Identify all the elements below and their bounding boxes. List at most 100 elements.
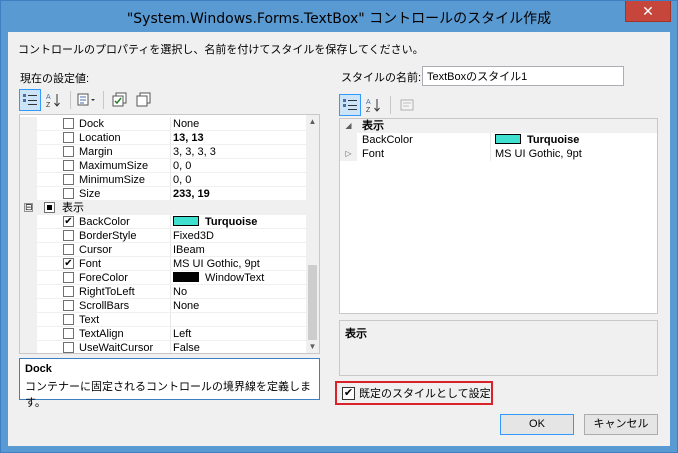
scroll-thumb[interactable]: [308, 265, 317, 340]
property-row[interactable]: UseWaitCursor False: [20, 341, 309, 354]
property-value[interactable]: None: [173, 299, 199, 313]
property-checkbox[interactable]: [63, 342, 74, 353]
property-value[interactable]: Fixed3D: [173, 229, 214, 243]
property-value[interactable]: None: [173, 117, 199, 131]
style-preview-grid[interactable]: ◢ 表示 BackColor Turquoise ▷ Font MS UI Gothic…: [339, 118, 658, 314]
style-name-input[interactable]: [422, 66, 624, 86]
check-all-icon: [112, 92, 127, 107]
sort-az-icon: A Z: [46, 94, 60, 108]
property-row[interactable]: Text: [20, 313, 309, 327]
collapse-icon[interactable]: ◢: [340, 119, 357, 133]
scroll-up-icon[interactable]: ▲: [306, 115, 319, 128]
property-row[interactable]: ✔ Font MS UI Gothic, 9pt: [20, 257, 309, 271]
property-row[interactable]: Margin 3, 3, 3, 3: [20, 145, 309, 159]
checkbox-label[interactable]: 既定のスタイルとして設定: [359, 387, 491, 401]
expand-icon[interactable]: [340, 133, 357, 147]
property-checkbox[interactable]: [63, 146, 74, 157]
property-value[interactable]: 0, 0: [173, 159, 191, 173]
property-row[interactable]: Location 13, 13: [20, 131, 309, 145]
set-default-checkbox[interactable]: ✔ 既定のスタイルとして設定: [335, 381, 493, 405]
property-value[interactable]: False: [173, 341, 200, 354]
property-row[interactable]: BorderStyle Fixed3D: [20, 229, 309, 243]
property-checkbox[interactable]: [63, 132, 74, 143]
property-row[interactable]: MinimumSize 0, 0: [20, 173, 309, 187]
description-text: コンテナーに固定されるコントロールの境界線を定義します。: [25, 381, 311, 409]
property-row[interactable]: Cursor IBeam: [20, 243, 309, 257]
style-property-row[interactable]: ▷ Font MS UI Gothic, 9pt: [340, 147, 657, 161]
category-row[interactable]: ⊟ 表示: [20, 201, 309, 215]
property-value-text: False: [173, 342, 200, 354]
description-title: 表示: [345, 328, 367, 340]
row-margin: [20, 285, 37, 299]
description-title: Dock: [25, 363, 52, 375]
checkbox-box[interactable]: ✔: [342, 387, 355, 400]
property-row[interactable]: MaximumSize 0, 0: [20, 159, 309, 173]
property-checkbox[interactable]: [63, 160, 74, 171]
filter-dropdown-button[interactable]: [76, 89, 98, 111]
property-checkbox[interactable]: [63, 286, 74, 297]
property-row[interactable]: TextAlign Left: [20, 327, 309, 341]
categorized-view-button[interactable]: [339, 94, 361, 116]
property-checkbox[interactable]: ✔: [63, 258, 74, 269]
property-value[interactable]: Turquoise: [495, 133, 579, 147]
property-value[interactable]: 0, 0: [173, 173, 191, 187]
property-value[interactable]: MS UI Gothic, 9pt: [495, 147, 582, 161]
property-row[interactable]: ForeColor WindowText: [20, 271, 309, 285]
property-row[interactable]: ScrollBars None: [20, 299, 309, 313]
property-value[interactable]: WindowText: [173, 271, 264, 285]
property-checkbox[interactable]: [63, 174, 74, 185]
property-value[interactable]: 3, 3, 3, 3: [173, 145, 216, 159]
column-divider: [170, 285, 171, 299]
close-button[interactable]: ✕: [625, 1, 671, 22]
filter-icon: [77, 93, 95, 106]
expand-icon[interactable]: ▷: [340, 147, 357, 161]
property-row[interactable]: RightToLeft No: [20, 285, 309, 299]
property-value-text: WindowText: [205, 272, 265, 284]
property-checkbox[interactable]: [63, 118, 74, 129]
property-checkbox[interactable]: [63, 314, 74, 325]
property-value-text: 13, 13: [173, 132, 204, 144]
uncheck-all-button[interactable]: [133, 89, 155, 111]
collapse-icon[interactable]: ⊟: [24, 203, 33, 212]
property-value[interactable]: 233, 19: [173, 187, 210, 201]
property-value[interactable]: 13, 13: [173, 131, 204, 145]
cancel-button[interactable]: キャンセル: [584, 414, 658, 435]
property-name: Cursor: [79, 244, 113, 256]
current-settings-grid[interactable]: Dock None Location 13, 13 Margin 3, 3, 3, 3 Ma…: [19, 114, 320, 354]
property-checkbox[interactable]: ✔: [63, 216, 74, 227]
vertical-scrollbar[interactable]: ▲ ▼: [306, 115, 319, 353]
column-divider: [170, 229, 171, 243]
property-value-text: IBeam: [173, 244, 205, 256]
category-row[interactable]: ◢ 表示: [340, 119, 657, 133]
property-name: Margin: [79, 146, 113, 158]
title-bar[interactable]: "System.Windows.Forms.TextBox" コントロールのスタ…: [1, 1, 677, 32]
categorized-view-button[interactable]: [19, 89, 41, 111]
property-value[interactable]: No: [173, 285, 187, 299]
category-checkbox[interactable]: [44, 202, 55, 213]
scroll-down-icon[interactable]: ▼: [306, 340, 319, 353]
property-row[interactable]: ✔ BackColor Turquoise: [20, 215, 309, 229]
property-checkbox[interactable]: [63, 300, 74, 311]
alphabetical-view-button[interactable]: A Z: [43, 89, 65, 111]
property-row[interactable]: Dock None: [20, 117, 309, 131]
style-property-row[interactable]: BackColor Turquoise: [340, 133, 657, 147]
property-row[interactable]: Size 233, 19: [20, 187, 309, 201]
property-value[interactable]: Left: [173, 327, 191, 341]
row-margin: [20, 229, 37, 243]
property-value[interactable]: Turquoise: [173, 215, 257, 229]
column-divider: [170, 257, 171, 271]
property-checkbox[interactable]: [63, 272, 74, 283]
property-pages-button[interactable]: [396, 94, 418, 116]
property-value[interactable]: IBeam: [173, 243, 205, 257]
column-divider: [170, 173, 171, 187]
alphabetical-view-button[interactable]: A Z: [363, 94, 385, 116]
check-all-button[interactable]: [109, 89, 131, 111]
property-checkbox[interactable]: [63, 328, 74, 339]
ok-button[interactable]: OK: [500, 414, 574, 435]
column-divider: [170, 299, 171, 313]
property-value[interactable]: MS UI Gothic, 9pt: [173, 257, 260, 271]
property-checkbox[interactable]: [63, 244, 74, 255]
property-checkbox[interactable]: [63, 188, 74, 199]
column-divider: [170, 327, 171, 341]
property-checkbox[interactable]: [63, 230, 74, 241]
